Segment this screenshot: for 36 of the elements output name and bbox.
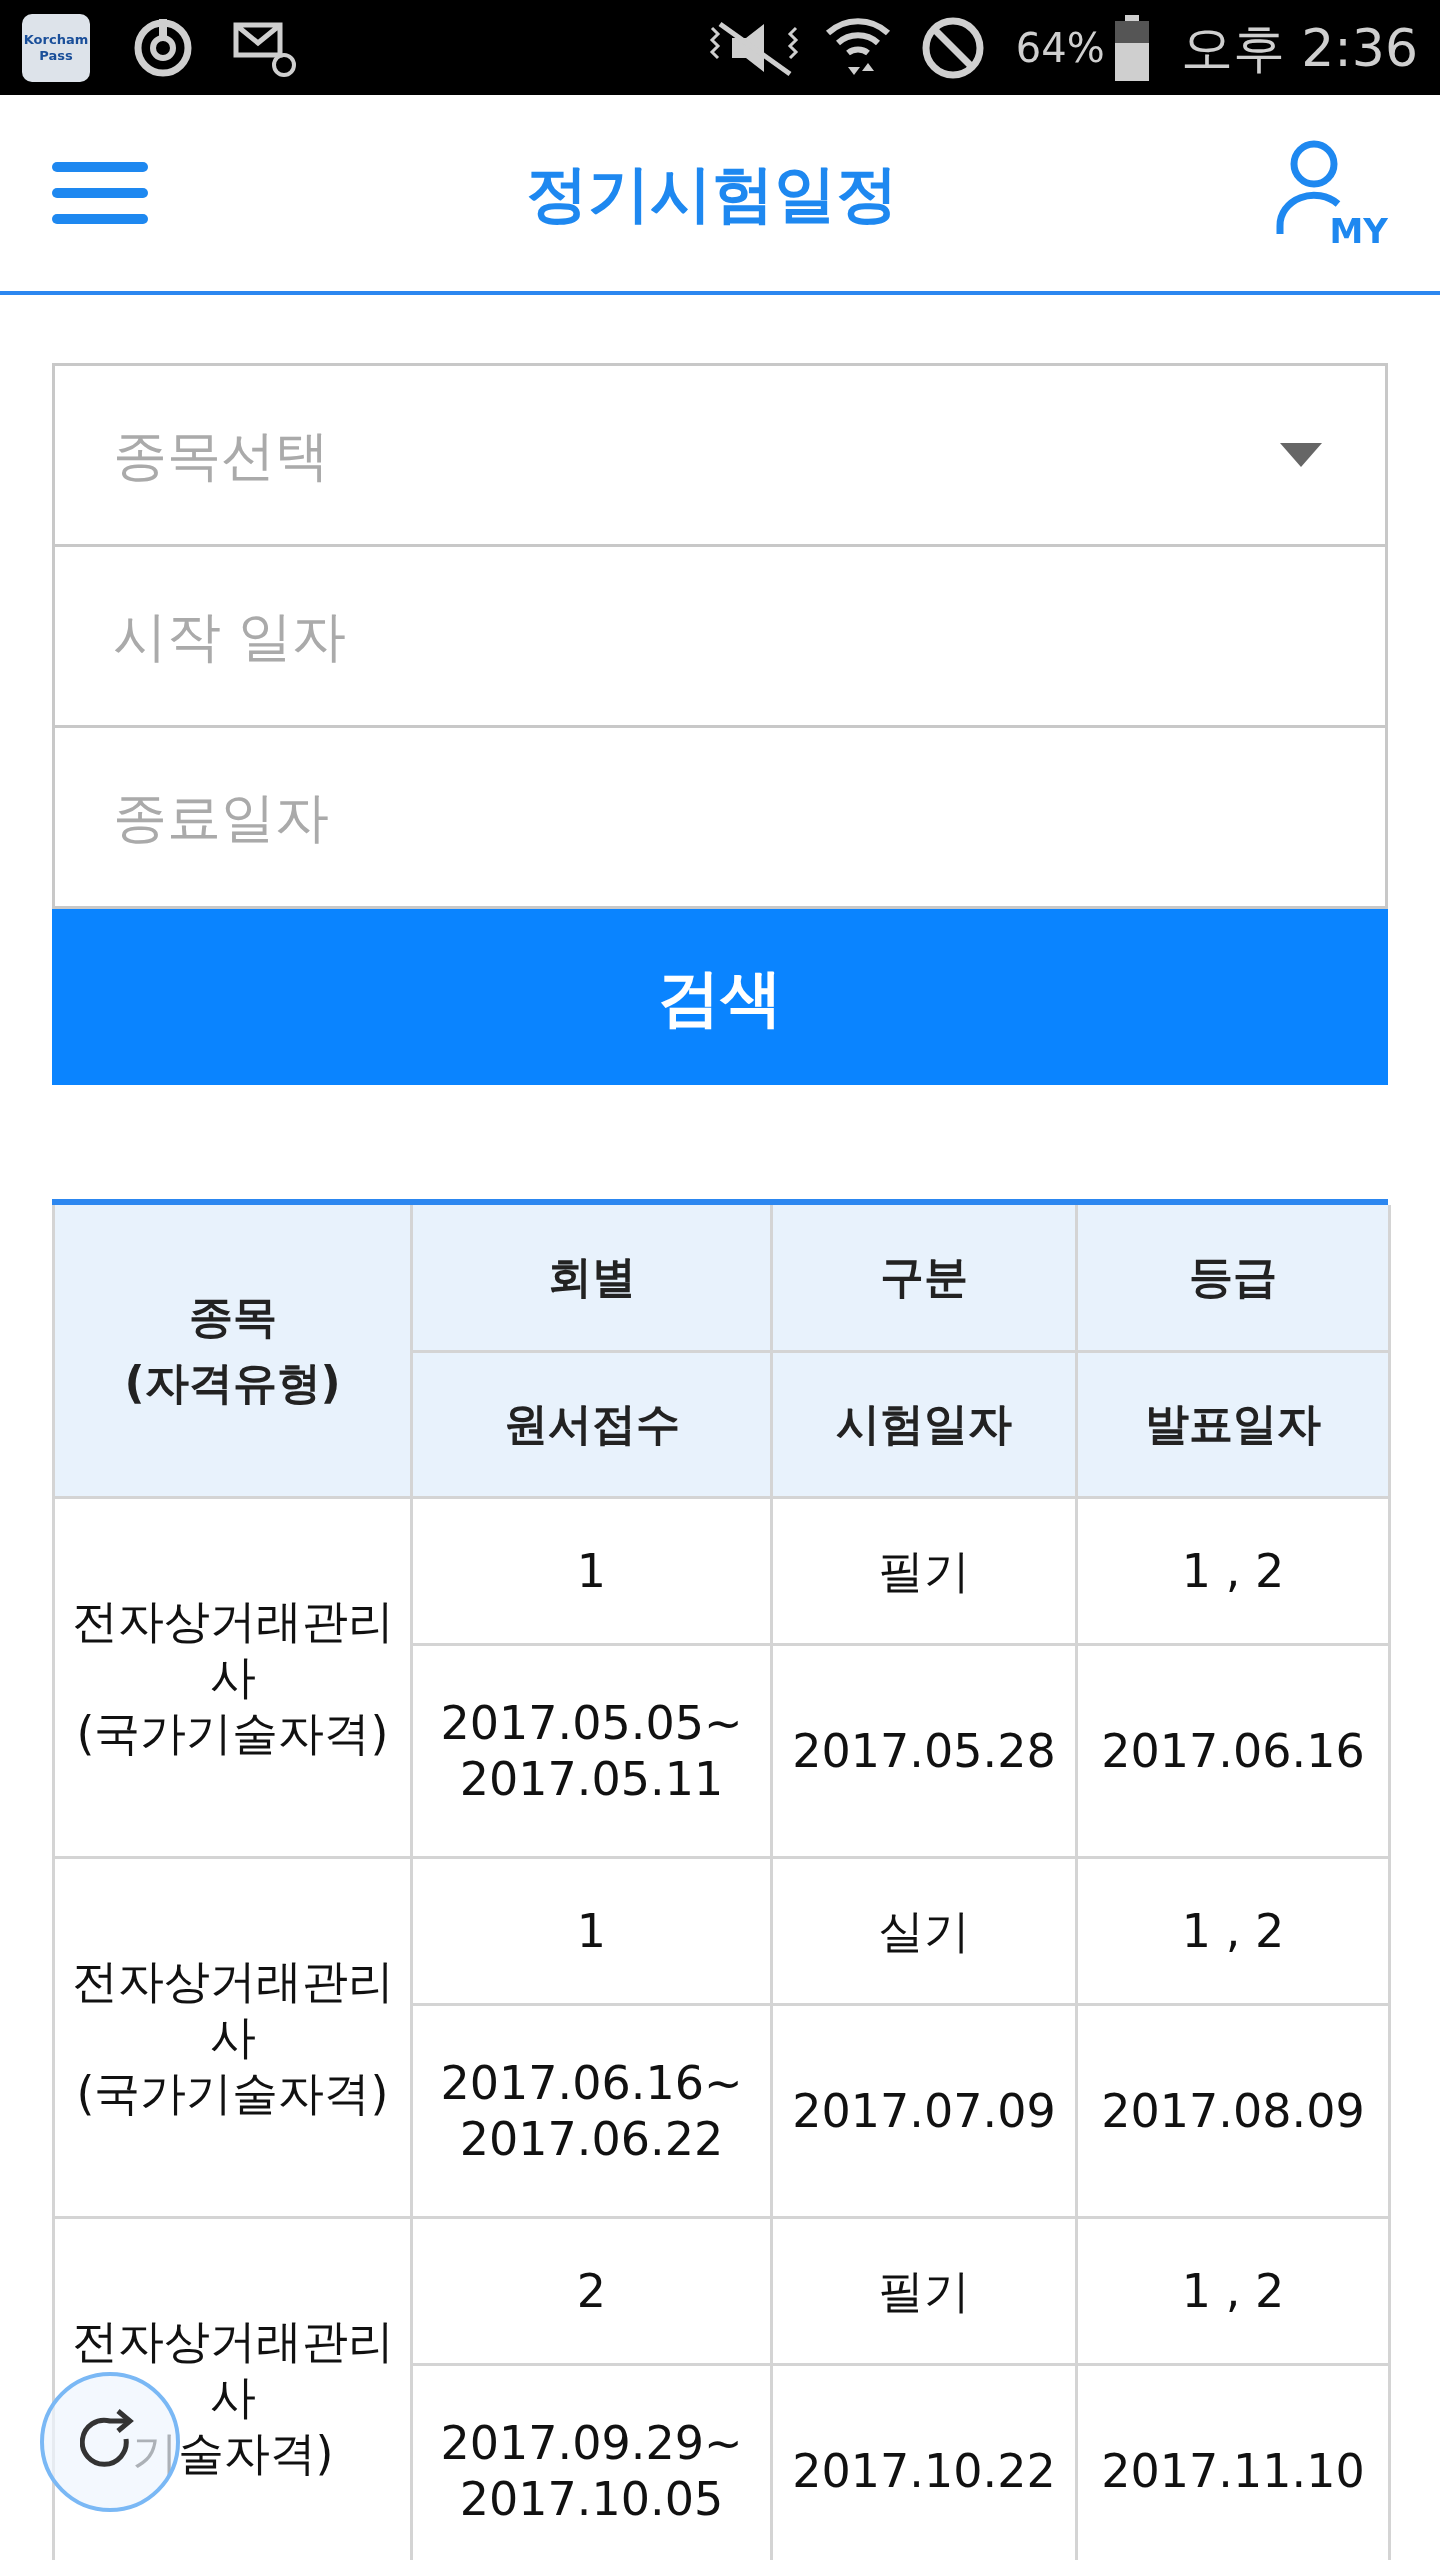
table-cell: 2017.07.09 <box>771 2004 1077 2217</box>
date-field[interactable]: 시작 일자 <box>52 544 1388 728</box>
table-cell: 2 <box>411 2217 772 2364</box>
clock: 오후 2:36 <box>1180 16 1418 80</box>
sync-icon <box>132 16 194 79</box>
column-header: 구분 <box>771 1205 1077 1351</box>
app-icon: Korcham Pass <box>22 13 90 82</box>
battery-percent: 64% <box>1015 23 1105 73</box>
table-cell: 1 , 2 <box>1076 2217 1390 2364</box>
date-field[interactable]: 종료일자 <box>52 725 1388 909</box>
table-cell: 1 <box>411 1857 772 2004</box>
table-cell: 2017.06.16~ 2017.06.22 <box>411 2004 772 2217</box>
table-cell: 전자상거래관리사 (국가기술자격) <box>53 1497 412 1857</box>
table-cell: 1 , 2 <box>1076 1497 1390 1644</box>
table-cell: 2017.05.05~ 2017.05.11 <box>411 1644 772 1857</box>
table-cell: 실기 <box>771 1857 1077 2004</box>
column-header: 시험일자 <box>771 1351 1077 1497</box>
column-header: 종목 (자격유형) <box>53 1205 412 1497</box>
table-cell: 필기 <box>771 1497 1077 1644</box>
battery-icon <box>1112 14 1151 81</box>
column-header: 원서접수 <box>411 1351 772 1497</box>
table-cell: 2017.08.09 <box>1076 2004 1390 2217</box>
column-header: 회별 <box>411 1205 772 1351</box>
table-cell: 2017.06.16 <box>1076 1644 1390 1857</box>
table-cell: 1 <box>411 1497 772 1644</box>
select-field[interactable]: 종목선택 <box>52 363 1388 547</box>
my-page-button[interactable]: MY <box>1276 138 1388 248</box>
column-header: 등급 <box>1076 1205 1390 1351</box>
table-cell: 2017.05.28 <box>771 1644 1077 1857</box>
table-cell: 1 , 2 <box>1076 1857 1390 2004</box>
column-header: 발표일자 <box>1076 1351 1390 1497</box>
page-title: 정기시험일정 <box>526 155 898 232</box>
table-cell: 필기 <box>771 2217 1077 2364</box>
dropdown-caret-icon <box>1280 443 1322 467</box>
search-button[interactable]: 검색 <box>52 909 1388 1085</box>
table-cell: 전자상거래관리사 (국가기술자격) <box>53 1857 412 2217</box>
